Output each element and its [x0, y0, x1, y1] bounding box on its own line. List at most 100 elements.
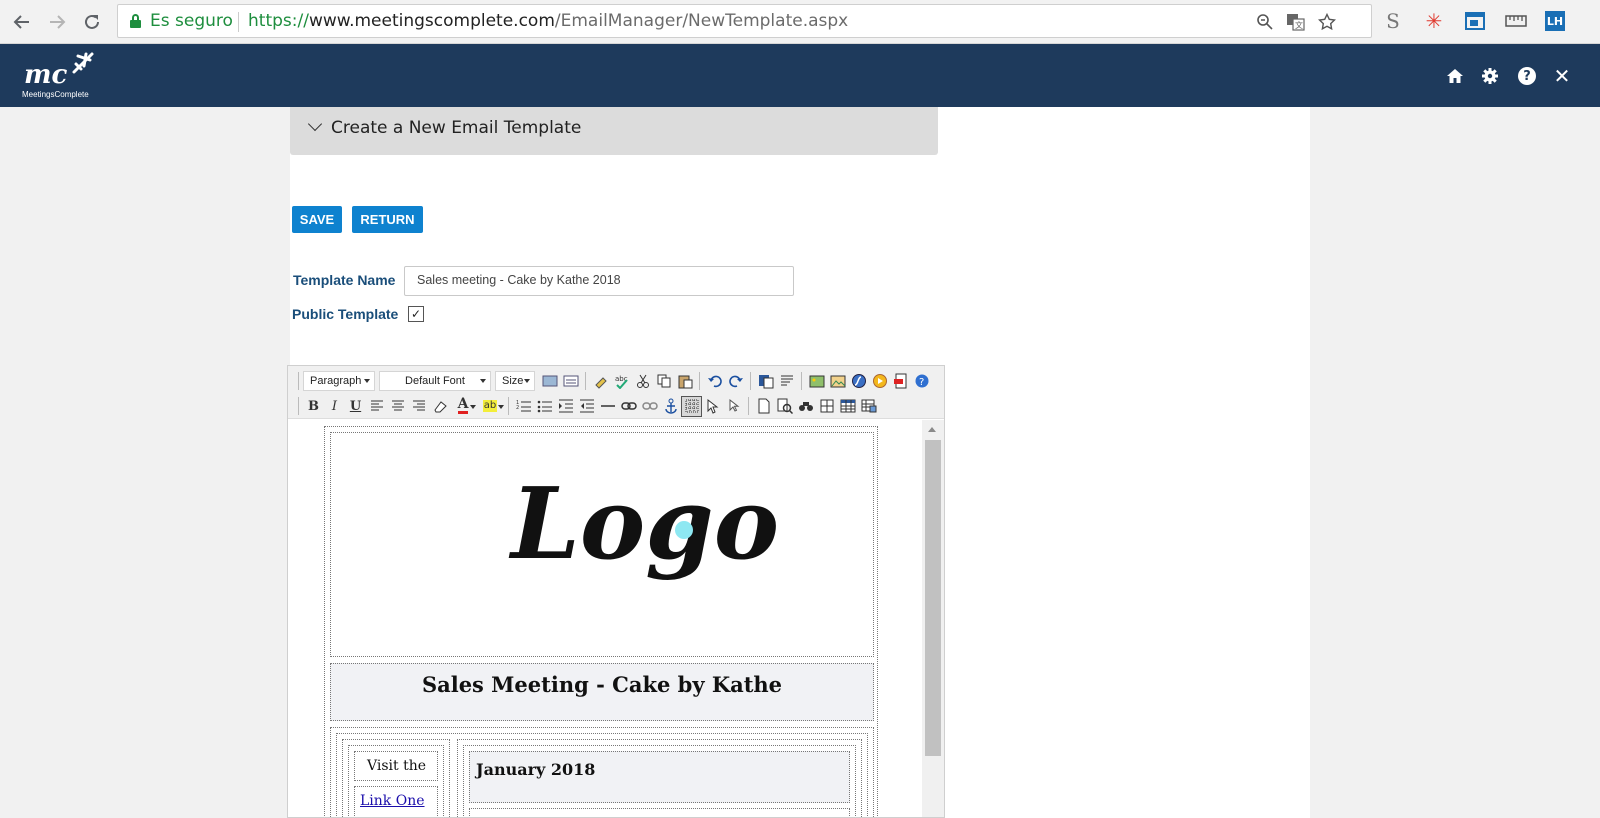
editor-toolbar: Paragraph Default Font Size abc ? B I U … [288, 366, 944, 419]
secure-label: Es seguro [150, 11, 233, 31]
home-icon[interactable] [1443, 64, 1467, 88]
translate-icon[interactable]: 文 [1285, 11, 1307, 33]
outdent-icon[interactable] [576, 396, 597, 417]
align-right-icon[interactable] [408, 396, 429, 417]
save-button[interactable]: SAVE [292, 206, 342, 233]
document-manager-icon[interactable] [890, 371, 911, 392]
indent-icon[interactable] [555, 396, 576, 417]
meetingscomplete-logo[interactable]: mc MeetingsComplete [18, 50, 104, 100]
paste-icon[interactable] [674, 371, 695, 392]
address-bar[interactable]: Es seguro https://www.meetingscomplete.c… [117, 4, 1372, 38]
highlight-color-button[interactable]: ab [476, 396, 504, 417]
cut-icon[interactable] [632, 371, 653, 392]
template-name-input[interactable]: Sales meeting - Cake by Kathe 2018 [404, 266, 794, 296]
font-select[interactable]: Default Font [379, 371, 491, 391]
toggle-table-borders-icon[interactable] [681, 395, 702, 417]
svg-text:?: ? [919, 377, 924, 388]
section-title: Create a New Email Template [331, 118, 582, 138]
editor-content-area[interactable]: Logo Sales Meeting - Cake by Kathe Visit… [288, 420, 912, 817]
layout-table: Logo Sales Meeting - Cake by Kathe Visit… [324, 426, 878, 817]
template-name-label: Template Name [293, 272, 396, 288]
copy-icon[interactable] [653, 371, 674, 392]
anchor-icon[interactable] [660, 396, 681, 417]
date-heading-cell[interactable]: January 2018 [469, 751, 850, 803]
section-header-create-template[interactable]: Create a New Email Template [290, 107, 938, 155]
chevron-down-icon [307, 116, 323, 132]
flash-manager-icon[interactable] [848, 371, 869, 392]
eraser-icon[interactable] [429, 396, 450, 417]
reload-icon[interactable] [78, 8, 106, 36]
format-stripper-icon[interactable] [590, 371, 611, 392]
ruler-extension-icon[interactable] [1504, 9, 1528, 33]
lock-icon [130, 14, 141, 28]
table-properties-icon[interactable] [858, 396, 879, 417]
body-cell[interactable] [469, 808, 850, 817]
insert-table-icon[interactable] [837, 396, 858, 417]
public-template-checkbox[interactable]: ✓ [408, 306, 424, 322]
size-select[interactable]: Size [495, 371, 535, 391]
content-panel: Create a New Email Template SAVE RETURN … [287, 107, 1310, 818]
help-icon[interactable]: ? [911, 371, 932, 392]
select-all-icon[interactable] [702, 396, 723, 417]
new-document-icon[interactable] [753, 396, 774, 417]
airplane-icon [70, 50, 96, 82]
horizontal-rule-icon[interactable] [597, 396, 618, 417]
return-button[interactable]: RETURN [352, 206, 423, 233]
svg-text:2: 2 [516, 405, 519, 411]
numbered-list-icon[interactable]: 12 [513, 396, 534, 417]
font-color-button[interactable]: A [450, 396, 476, 417]
forward-arrow-icon[interactable] [43, 8, 71, 36]
italic-button[interactable]: I [324, 396, 345, 417]
paste-plain-text-icon[interactable] [776, 371, 797, 392]
align-left-icon[interactable] [366, 396, 387, 417]
scroll-thumb[interactable] [925, 440, 941, 756]
bookmark-star-icon[interactable] [1316, 11, 1338, 33]
image-manager-icon[interactable] [806, 371, 827, 392]
find-replace-icon[interactable] [795, 396, 816, 417]
url-text[interactable]: https://www.meetingscomplete.com/EmailMa… [248, 11, 848, 31]
table-icon[interactable] [816, 396, 837, 417]
logo-cell[interactable]: Logo [330, 432, 874, 657]
bold-button[interactable]: B [303, 396, 324, 417]
paste-from-word-icon[interactable] [755, 371, 776, 392]
svg-text:Logo: Logo [508, 467, 779, 582]
link-one-cell[interactable]: Link One [354, 786, 438, 817]
zoom-icon[interactable] [1254, 11, 1276, 33]
back-arrow-icon[interactable] [8, 8, 36, 36]
spellcheck-icon[interactable]: abc [611, 371, 632, 392]
svg-text:文: 文 [1295, 20, 1303, 30]
insert-template-icon[interactable] [539, 371, 560, 392]
scroll-up-arrow-icon[interactable] [928, 427, 936, 432]
sidebar-column: Visit the Link One [342, 739, 450, 817]
content-row: Visit the Link One January 2018 [330, 727, 874, 817]
public-template-label: Public Template [292, 306, 399, 322]
main-column: January 2018 [457, 739, 862, 817]
asterisk-extension-icon[interactable]: ✳ [1422, 9, 1446, 33]
link-one[interactable]: Link One [360, 793, 425, 809]
bulleted-list-icon[interactable] [534, 396, 555, 417]
s-extension-icon[interactable]: S [1381, 9, 1405, 33]
logo-image: Logo [508, 467, 779, 582]
app-header: mc MeetingsComplete ? ✕ [0, 44, 1600, 107]
paragraph-select[interactable]: Paragraph [303, 371, 375, 391]
lh-extension-icon[interactable]: LH [1545, 11, 1565, 31]
help-icon[interactable]: ? [1515, 64, 1539, 88]
settings-gear-icon[interactable] [1478, 64, 1502, 88]
select-element-icon[interactable] [723, 396, 744, 417]
align-center-icon[interactable] [387, 396, 408, 417]
close-icon[interactable]: ✕ [1550, 64, 1574, 88]
sidebar-text-cell[interactable]: Visit the [354, 751, 438, 781]
hyperlink-icon[interactable] [618, 396, 639, 417]
insert-form-icon[interactable] [560, 371, 581, 392]
redo-icon[interactable] [725, 371, 746, 392]
preview-icon[interactable] [774, 396, 795, 417]
underline-button[interactable]: U [345, 396, 366, 417]
toolbar-row-2: B I U A ab 12 [294, 394, 879, 418]
media-manager-icon[interactable] [869, 371, 890, 392]
editor-scrollbar[interactable] [922, 420, 944, 817]
email-heading-cell[interactable]: Sales Meeting - Cake by Kathe [330, 663, 874, 721]
image-map-icon[interactable] [827, 371, 848, 392]
window-extension-icon[interactable] [1463, 9, 1487, 33]
undo-icon[interactable] [704, 371, 725, 392]
remove-link-icon[interactable] [639, 396, 660, 417]
